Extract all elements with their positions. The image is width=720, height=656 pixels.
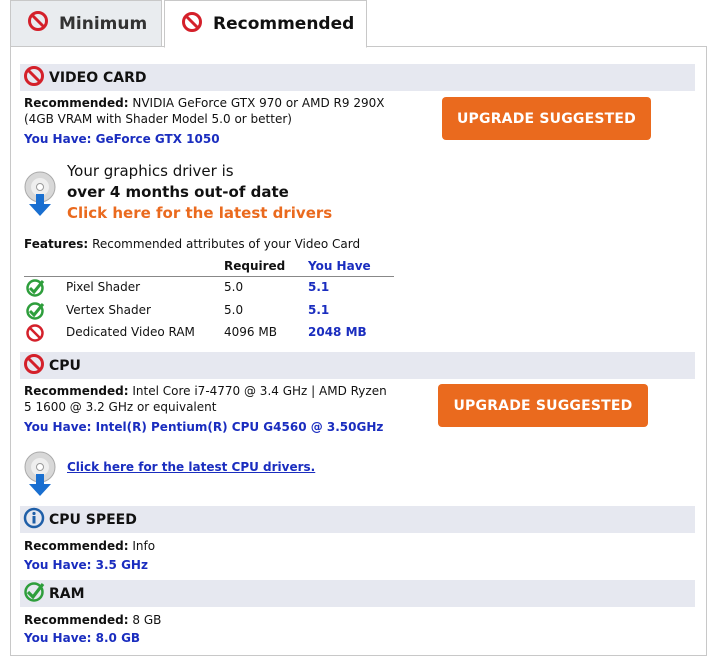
- disc-download-icon: [24, 170, 58, 222]
- info-icon: [23, 507, 45, 533]
- cpu-speed-recommended: Recommended: Info: [24, 539, 156, 553]
- ram-you-have: You Have: 8.0 GB: [24, 631, 141, 645]
- video-card-recommended: Recommended: NVIDIA GeForce GTX 970 or A…: [24, 96, 385, 110]
- no-entry-icon: [181, 11, 203, 38]
- cpu-recommended: Recommended: Intel Core i7-4770 @ 3.4 GH…: [24, 384, 387, 398]
- cpu-speed-header: CPU SPEED: [20, 506, 695, 533]
- table-row: Dedicated Video RAM 4096 MB 2048 MB: [24, 322, 394, 342]
- no-entry-icon: [23, 353, 45, 379]
- cpu-recommended-2: 5 1600 @ 3.2 GHz or equivalent: [24, 400, 217, 414]
- video-card-recommended-2: (4GB VRAM with Shader Model 5.0 or bette…: [24, 112, 292, 126]
- section-title: CPU SPEED: [49, 511, 137, 528]
- table-header-row: Required You Have: [24, 256, 394, 277]
- no-entry-icon: [23, 65, 45, 91]
- cpu-header: CPU: [20, 352, 695, 379]
- col-required: Required: [224, 259, 286, 273]
- table-row: Vertex Shader 5.0 5.1: [24, 300, 394, 320]
- tab-minimum[interactable]: Minimum: [10, 0, 162, 46]
- disc-download-icon: [24, 450, 58, 502]
- col-you-have: You Have: [308, 259, 371, 273]
- section-title: RAM: [49, 585, 85, 602]
- driver-status-line2: over 4 months out-of date: [67, 183, 289, 201]
- video-card-you-have: You Have: GeForce GTX 1050: [24, 132, 220, 146]
- check-icon: [23, 581, 45, 607]
- ram-header: RAM: [20, 580, 695, 607]
- driver-status-line1: Your graphics driver is: [67, 162, 234, 180]
- check-icon: [25, 278, 45, 301]
- cpu-you-have: You Have: Intel(R) Pentium(R) CPU G4560 …: [24, 420, 384, 434]
- features-line: Features: Recommended attributes of your…: [24, 237, 361, 251]
- upgrade-suggested-button[interactable]: UPGRADE SUGGESTED: [442, 97, 651, 140]
- tab-label: Recommended: [213, 14, 355, 34]
- latest-drivers-link[interactable]: Click here for the latest drivers: [67, 204, 332, 222]
- section-title: VIDEO CARD: [49, 69, 147, 86]
- upgrade-suggested-button[interactable]: UPGRADE SUGGESTED: [438, 384, 648, 427]
- tab-recommended[interactable]: Recommended: [164, 0, 367, 48]
- table-row: Pixel Shader 5.0 5.1: [24, 277, 394, 297]
- no-entry-icon: [27, 10, 49, 37]
- ram-recommended: Recommended: 8 GB: [24, 613, 162, 627]
- video-card-header: VIDEO CARD: [20, 64, 695, 91]
- cpu-speed-you-have: You Have: 3.5 GHz: [24, 558, 148, 572]
- check-icon: [25, 301, 45, 324]
- no-entry-icon: [25, 323, 45, 346]
- tab-label: Minimum: [59, 13, 148, 34]
- cpu-drivers-link[interactable]: Click here for the latest CPU drivers.: [67, 460, 315, 474]
- section-title: CPU: [49, 357, 81, 374]
